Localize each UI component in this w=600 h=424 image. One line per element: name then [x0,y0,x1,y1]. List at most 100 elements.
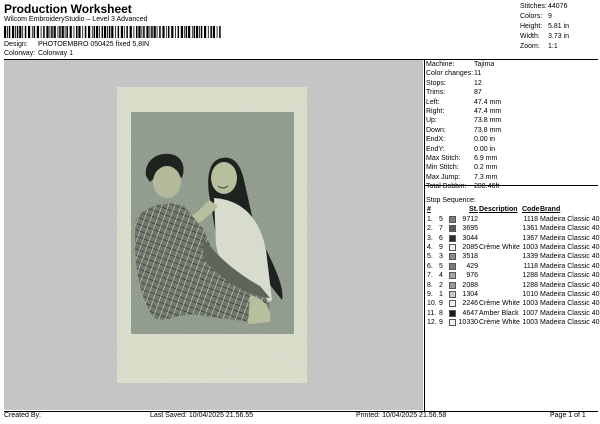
machine-info: Machine: Tajima Color changes:11 Stops: 12… [426,60,598,191]
last-saved: Last Saved: 10/04/2025 21.56.55 [150,412,254,419]
row-stitches: 3044 [462,234,478,242]
width-label: Width: [520,33,540,40]
sequence-row: 6. 5 429 1118 Madeira Classic 40 [426,262,600,271]
color-swatch [449,253,456,261]
sequence-row: 7. 4 976 1288 Madeira Classic 40 [426,271,600,280]
sequence-row: 9. 1 1304 1010 Madeira Classic 40 [426,290,600,299]
trims-label: Trims: [426,89,446,97]
row-color-index: 8 [439,309,443,317]
stops-value: 12 [474,79,482,87]
max-stitch-value: 6.9 mm [474,154,498,162]
color-swatch [449,300,456,308]
row-num: 6. [427,262,433,270]
row-stitches: 9712 [462,215,478,223]
right-label: Right: [426,107,445,115]
down-value: 73.8 mm [474,126,502,134]
up-label: Up: [426,117,437,125]
row-description: Crème White [479,300,520,308]
row-num: 10. [427,300,437,308]
stitches-label: Stitches: [520,3,547,10]
zoom-value: 1:1 [548,43,558,50]
min-stitch-value: 0.2 mm [474,164,498,172]
row-color-index: 5 [439,215,443,223]
row-num: 11. [427,309,437,317]
color-swatch [449,225,456,233]
software-subtitle: Wilcom EmbroideryStudio – Level 3 Advanc… [4,16,148,23]
sequence-row: 8. 2 2088 1288 Madeira Classic 40 [426,281,600,290]
color-swatch [449,262,456,270]
row-num: 9. [427,290,433,298]
row-code: 1288 [522,272,538,280]
up-value: 73.8 mm [474,117,502,125]
row-num: 4. [427,243,433,251]
row-brand: Madeira Classic 40 [540,243,600,251]
height-label: Height: [520,23,543,30]
row-color-index: 2 [439,281,443,289]
color-swatch [449,319,456,327]
row-code: 1288 [522,281,538,289]
row-color-index: 9 [439,300,443,308]
row-brand: Madeira Classic 40 [540,225,600,233]
stops-label: Stops: [426,79,446,87]
row-color-index: 5 [439,262,443,270]
row-brand: Madeira Classic 40 [540,309,600,317]
row-brand: Madeira Classic 40 [540,290,600,298]
header-st: St. [469,206,478,214]
design-row: Design: PHOTOEMBRO 050425 fixed 5,8IN [4,41,149,48]
down-label: Down: [426,126,446,134]
row-color-index: 6 [439,234,443,242]
row-stitches: 976 [466,272,478,280]
design-label: Design: [4,41,28,48]
max-jump-value: 7.3 mm [474,173,498,181]
footer-divider [4,411,598,412]
row-brand: Madeira Classic 40 [540,281,600,289]
height-value: 5.81 in [548,23,570,30]
row-brand: Madeira Classic 40 [540,272,600,280]
design-stats: Stitches:44076 Colors: 9 Height: 5.81 in W… [520,2,569,52]
machine-label: Machine: [426,61,455,68]
row-stitches: 1304 [462,290,478,298]
row-num: 5. [427,253,433,261]
row-num: 2. [427,225,433,233]
sequence-row: 4. 9 2085 Crème White 1003 Madeira Classic 40 [426,243,600,252]
design-canvas[interactable] [4,60,423,410]
color-swatch [449,272,456,280]
row-stitches: 2088 [462,281,478,289]
sequence-row: 12. 9 10330 Crème White 1003 Madeira Classic … [426,318,600,327]
header-description: Description [479,206,518,214]
stitches-value: 44076 [548,3,568,10]
left-label: Left: [426,98,440,106]
row-description: Crème White [479,319,520,327]
stop-sequence-title: Stop Sequence: [426,197,476,204]
row-stitches: 2246 [462,300,478,308]
color-swatch [449,234,456,242]
panel-divider [424,60,425,411]
row-code: 1010 [522,290,538,298]
endx-label: EndX: [426,136,446,144]
row-code: 1007 [522,309,538,317]
sequence-row: 1. 5 9712 1118 Madeira Classic 40 [426,215,600,224]
color-changes-value: 11 [474,70,482,78]
max-jump-label: Max Jump: [426,173,461,181]
row-stitches: 429 [466,262,478,270]
row-code: 1118 [523,262,538,270]
colorway-label: Colorway: [4,50,36,57]
row-num: 7. [427,272,433,280]
row-color-index: 9 [439,319,443,327]
row-brand: Madeira Classic 40 [540,319,600,327]
embroidery-preview [117,87,307,383]
colorway-name: Colorway 1 [37,50,73,57]
sequence-row: 5. 3 3518 1339 Madeira Classic 40 [426,252,600,261]
min-stitch-label: Min Stitch: [426,164,459,172]
zoom-label: Zoom: [520,43,540,50]
header-brand: Brand [540,206,561,214]
row-stitches: 2085 [462,243,478,251]
right-value: 47.4 mm [474,107,502,115]
color-swatch [449,290,456,298]
page-number: Page 1 of 1 [550,412,586,419]
stop-sequence: Stop Sequence: # St. Description Code Br… [426,196,600,327]
colors-value: 9 [548,13,552,20]
total-bobbin-label: Total Bobbin: [426,183,467,191]
row-code: 1003 [522,243,538,251]
row-stitches: 10330 [458,319,478,327]
